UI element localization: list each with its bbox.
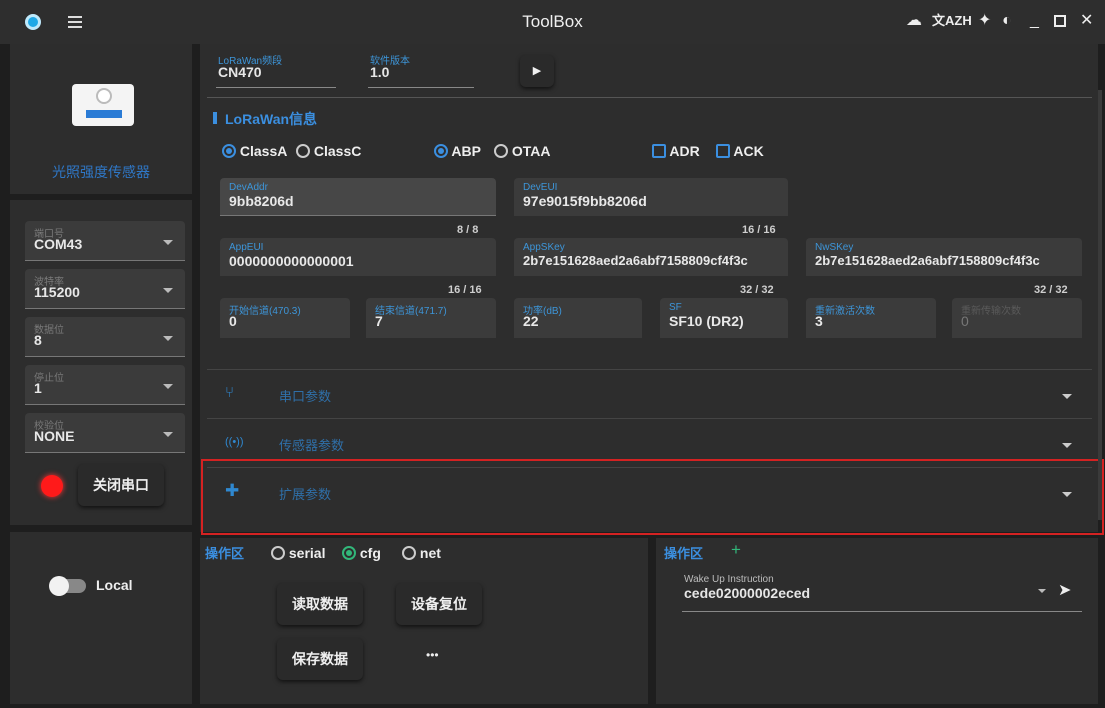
radio-classc[interactable]: ClassC: [296, 143, 361, 159]
theme-icon[interactable]: ◐: [1002, 11, 1012, 31]
checkbox-adr[interactable]: ADR: [652, 143, 700, 159]
local-toggle[interactable]: [49, 576, 86, 596]
add-icon[interactable]: +: [731, 540, 741, 560]
radio-cfg[interactable]: cfg: [342, 545, 381, 561]
stopbits-select[interactable]: 停止位 1: [25, 365, 185, 405]
ops-right-panel: [656, 538, 1098, 704]
baud-select[interactable]: 波特率 115200: [25, 269, 185, 309]
device-panel: 光照强度传感器: [10, 44, 192, 194]
chevron-down-icon: [163, 288, 173, 293]
local-panel: Local: [10, 532, 192, 704]
chevron-down-icon: [1062, 394, 1072, 399]
sensor-image: [72, 84, 134, 126]
chevron-down-icon: [163, 384, 173, 389]
deveui-counter: 16 / 16: [742, 224, 776, 236]
retransmit-field[interactable]: 重新传输次数 0: [952, 298, 1082, 338]
nwskey-field[interactable]: NwSKey 2b7e151628aed2a6abf7158809cf4f3c: [806, 238, 1082, 276]
databits-select[interactable]: 数据位 8: [25, 317, 185, 357]
close-icon[interactable]: ✕: [1080, 11, 1093, 31]
appeui-field[interactable]: AppEUI 0000000000000001: [220, 238, 496, 276]
checkbox-ack[interactable]: ACK: [716, 143, 764, 159]
local-label: Local: [96, 577, 133, 593]
parity-select[interactable]: 校验位 NONE: [25, 413, 185, 453]
cloud-icon[interactable]: ☁: [906, 11, 922, 31]
serial-status-indicator: [41, 475, 63, 497]
more-button[interactable]: •••: [426, 648, 439, 662]
read-data-button[interactable]: 读取数据: [277, 583, 363, 625]
section-marker: [213, 112, 217, 124]
close-port-button[interactable]: 关闭串口: [78, 464, 164, 506]
chevron-down-icon: [163, 240, 173, 245]
appskey-counter: 32 / 32: [740, 284, 774, 296]
appeui-counter: 16 / 16: [448, 284, 482, 296]
play-button[interactable]: ▶: [520, 55, 554, 87]
fork-icon: ⑂: [225, 384, 235, 401]
chevron-down-icon: [1038, 589, 1046, 593]
scrollbar[interactable]: [1098, 90, 1102, 520]
deveui-field[interactable]: DevEUI 97e9015f9bb8206d: [514, 178, 788, 216]
serial-panel: 端口号 COM43 波特率 115200 数据位 8 停止位 1 校验位 NON…: [10, 200, 192, 525]
title-bar: ToolBox ☁ 文AZH ✦ ◐ _ ✕: [0, 0, 1105, 44]
appskey-field[interactable]: AppSKey 2b7e151628aed2a6abf7158809cf4f3c: [514, 238, 788, 276]
ops-left-title: 操作区: [205, 546, 245, 561]
minimize-icon[interactable]: _: [1030, 11, 1039, 31]
rejoin-field[interactable]: 重新激活次数 3: [806, 298, 936, 338]
radio-otaa[interactable]: OTAA: [494, 143, 551, 159]
save-data-button[interactable]: 保存数据: [277, 638, 363, 680]
sf-field[interactable]: SF SF10 (DR2): [660, 298, 788, 338]
radio-serial[interactable]: serial: [271, 545, 325, 561]
devaddr-field[interactable]: DevAddr 9bb8206d: [220, 178, 496, 216]
divider: [207, 97, 1092, 98]
radio-classa[interactable]: ClassA: [222, 143, 287, 159]
start-channel-field[interactable]: 开始信道(470.3) 0: [220, 298, 350, 338]
lorawan-section-title: LoRaWan信息: [225, 111, 318, 127]
nwskey-counter: 32 / 32: [1034, 284, 1068, 296]
ops-right-title: 操作区: [664, 546, 704, 561]
device-name: 光照强度传感器: [52, 164, 150, 180]
chevron-down-icon: [1062, 443, 1072, 448]
send-icon[interactable]: ➤: [1058, 580, 1071, 600]
chevron-down-icon: [163, 432, 173, 437]
device-reset-button[interactable]: 设备复位: [396, 583, 482, 625]
section-serial-params[interactable]: ⑂ 串口参数: [207, 369, 1092, 417]
port-select[interactable]: 端口号 COM43: [25, 221, 185, 261]
wake-up-select[interactable]: Wake Up Instruction cede02000002eced ➤: [682, 574, 1082, 612]
band-field[interactable]: LoRaWan频段 CN470: [216, 50, 336, 88]
chevron-down-icon: [163, 336, 173, 341]
pin-icon[interactable]: ✦: [978, 11, 991, 31]
radio-abp[interactable]: ABP: [434, 143, 481, 159]
power-field[interactable]: 功率(dB) 22: [514, 298, 642, 338]
version-field[interactable]: 软件版本 1.0: [368, 50, 474, 88]
end-channel-field[interactable]: 结束信道(471.7) 7: [366, 298, 496, 338]
translate-icon[interactable]: 文AZH: [932, 11, 972, 31]
maximize-icon[interactable]: [1054, 15, 1066, 27]
radio-net[interactable]: net: [402, 545, 441, 561]
broadcast-icon: ((•)): [225, 436, 244, 448]
highlight-box: [201, 459, 1104, 535]
devaddr-counter: 8 / 8: [457, 224, 479, 236]
